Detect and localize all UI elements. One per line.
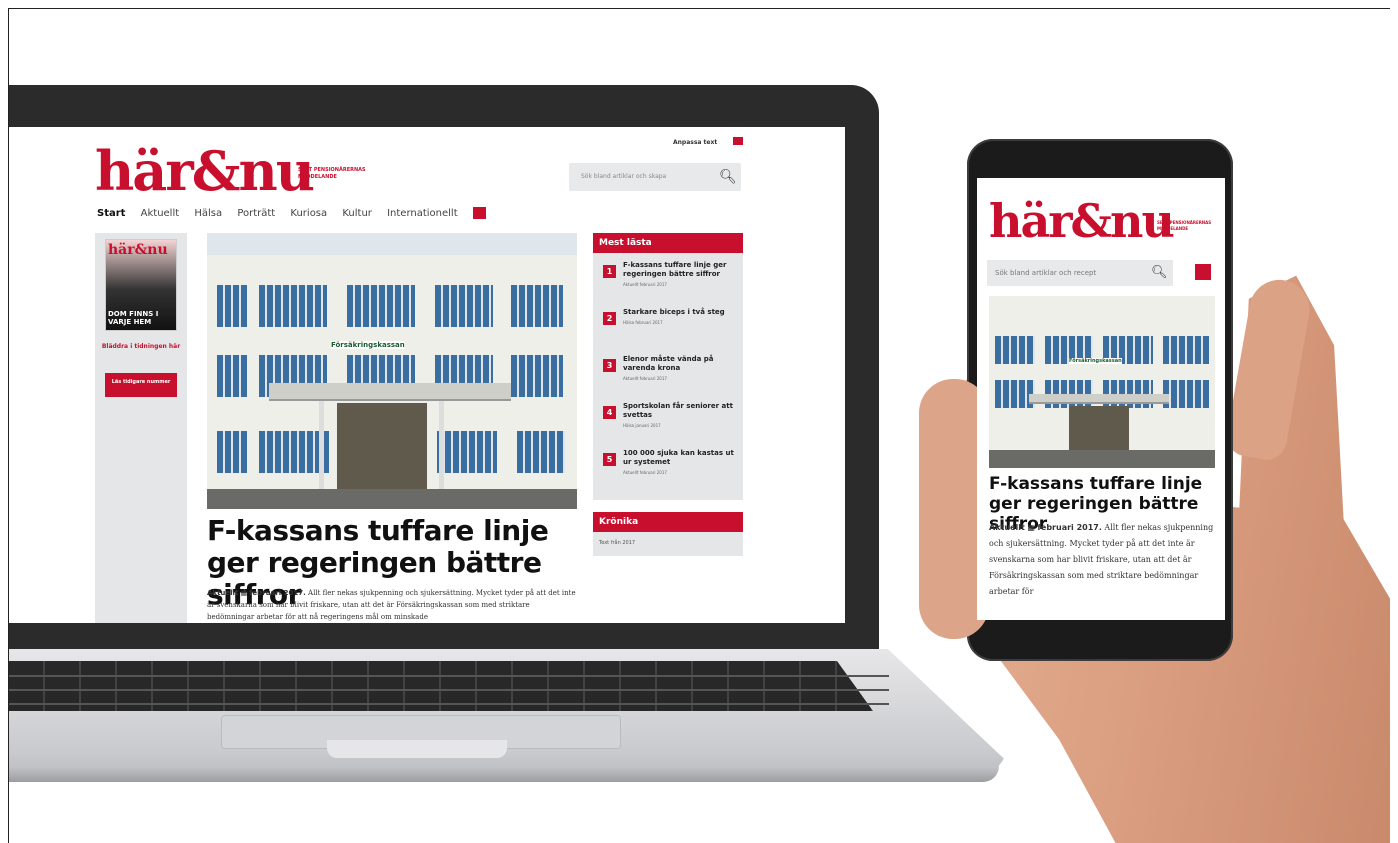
- keyboard-row: [9, 703, 889, 705]
- nav-item-internationellt[interactable]: Internationellt: [387, 208, 458, 219]
- nav-item-aktuellt[interactable]: Aktuellt: [141, 208, 180, 219]
- laptop-notch: [327, 740, 507, 758]
- mobile-article-photo[interactable]: Försäkringskassan: [989, 296, 1215, 468]
- column-heading: Krönika: [593, 512, 743, 532]
- magazine-headline: DOM FINNS I VARJE HEM: [108, 310, 159, 326]
- item-title[interactable]: 100 000 sjuka kan kastas ut ur systemet: [623, 449, 737, 467]
- product-mockup: här&nu SEPT PENSIONÄRERNAS MEDDELANDE An…: [8, 8, 1390, 843]
- rank-badge: 5: [603, 453, 616, 466]
- most-read-rail: Mest lästa 1 F-kassans tuffare linje ger …: [593, 233, 743, 556]
- magazine-cover[interactable]: här&nu DOM FINNS I VARJE HEM: [105, 239, 177, 331]
- search-icon[interactable]: 🔍︎: [1151, 265, 1168, 280]
- article-intro: Aktuellt ▦ februari 2017. Allt fler neka…: [207, 587, 577, 623]
- keyboard-row: [9, 675, 889, 677]
- mobile-site-logo[interactable]: här&nu: [989, 194, 1175, 248]
- rank-badge: 3: [603, 359, 616, 372]
- browse-magazine-link[interactable]: Bläddra i tidningen här: [101, 343, 181, 351]
- article-section[interactable]: Aktuellt: [989, 523, 1025, 532]
- menu-icon[interactable]: [472, 207, 486, 219]
- adjust-text-link[interactable]: Anpassa text: [673, 139, 717, 146]
- search-box[interactable]: Sök bland artiklar och skapa 🔍︎: [569, 163, 741, 191]
- column-teaser[interactable]: Text från 2017: [593, 532, 743, 556]
- magazine-logo: här&nu: [108, 242, 168, 258]
- nav-item-start[interactable]: Start: [97, 208, 125, 219]
- search-input[interactable]: Sök bland artiklar och skapa: [581, 173, 666, 180]
- rank-badge: 4: [603, 406, 616, 419]
- nav-item-halsa[interactable]: Hälsa: [194, 208, 222, 219]
- item-title[interactable]: Starkare biceps i två steg: [623, 308, 737, 317]
- item-meta: Aktuellt februari 2017: [623, 282, 667, 287]
- item-title[interactable]: Elenor måste vända på varenda krona: [623, 355, 737, 373]
- nav-item-kuriosa[interactable]: Kuriosa: [290, 208, 327, 219]
- main-nav: Start Aktuellt Hälsa Porträtt Kuriosa Ku…: [97, 207, 498, 219]
- site-logo[interactable]: här&nu: [95, 139, 315, 203]
- building-sign: Försäkringskassan: [331, 341, 405, 349]
- item-meta: Aktuellt februari 2017: [623, 376, 667, 381]
- list-item[interactable]: 1 F-kassans tuffare linje ger regeringen …: [599, 261, 737, 308]
- article-section[interactable]: Aktuellt: [207, 589, 238, 597]
- keyboard-row: [9, 689, 889, 691]
- mobile-article-intro: Aktuellt ▦ februari 2017. Allt fler neka…: [989, 520, 1221, 600]
- nav-item-kultur[interactable]: Kultur: [342, 208, 372, 219]
- item-meta: Hälsa februari 2017: [623, 320, 663, 325]
- list-item[interactable]: 4 Sportskolan får seniorer att svettas Häl…: [599, 402, 737, 449]
- list-item[interactable]: 3 Elenor måste vända på varenda krona Aktu…: [599, 355, 737, 402]
- mobile-logo-tagline: SEPT PENSIONÄRERNAS MEDDELANDE: [1157, 220, 1212, 231]
- mobile-search-box[interactable]: Sök bland artiklar och recept 🔍︎: [987, 260, 1173, 286]
- article-photo[interactable]: Försäkringskassan: [207, 233, 577, 509]
- building-sign: Försäkringskassan: [1069, 358, 1122, 364]
- list-item[interactable]: 5 100 000 sjuka kan kastas ut ur systemet…: [599, 449, 737, 496]
- text-size-icon[interactable]: [733, 137, 743, 145]
- search-icon[interactable]: 🔍︎: [719, 169, 737, 185]
- left-sidebar: här&nu DOM FINNS I VARJE HEM Bläddra i t…: [95, 233, 187, 623]
- laptop-base-edge: [9, 766, 999, 782]
- calendar-icon: ▦: [1027, 523, 1035, 532]
- most-read-list: 1 F-kassans tuffare linje ger regeringen …: [593, 253, 743, 500]
- previous-issues-button[interactable]: Läs tidigare nummer: [105, 373, 177, 397]
- nav-item-portratt[interactable]: Porträtt: [237, 208, 275, 219]
- article-date: februari 2017.: [1037, 523, 1102, 532]
- item-meta: Aktuellt februari 2017: [623, 470, 667, 475]
- article-date: februari 2017.: [249, 589, 306, 597]
- mobile-search-input[interactable]: Sök bland artiklar och recept: [995, 269, 1096, 277]
- item-title[interactable]: F-kassans tuffare linje ger regeringen b…: [623, 261, 737, 279]
- logo-tagline: SEPT PENSIONÄRERNAS MEDDELANDE: [298, 167, 366, 180]
- item-title[interactable]: Sportskolan får seniorer att svettas: [623, 402, 737, 420]
- calendar-icon: ▦: [240, 589, 248, 597]
- phone-screen: här&nu SEPT PENSIONÄRERNAS MEDDELANDE Sö…: [977, 178, 1225, 620]
- mobile-menu-icon[interactable]: [1195, 264, 1211, 280]
- laptop-screen: här&nu SEPT PENSIONÄRERNAS MEDDELANDE An…: [9, 127, 845, 623]
- list-item[interactable]: 2 Starkare biceps i två steg Hälsa februar…: [599, 308, 737, 355]
- item-meta: Hälsa januari 2017: [623, 423, 661, 428]
- rank-badge: 2: [603, 312, 616, 325]
- most-read-heading: Mest lästa: [593, 233, 743, 253]
- rank-badge: 1: [603, 265, 616, 278]
- article-body: Allt fler nekas sjukpenning och sjukersä…: [989, 523, 1214, 596]
